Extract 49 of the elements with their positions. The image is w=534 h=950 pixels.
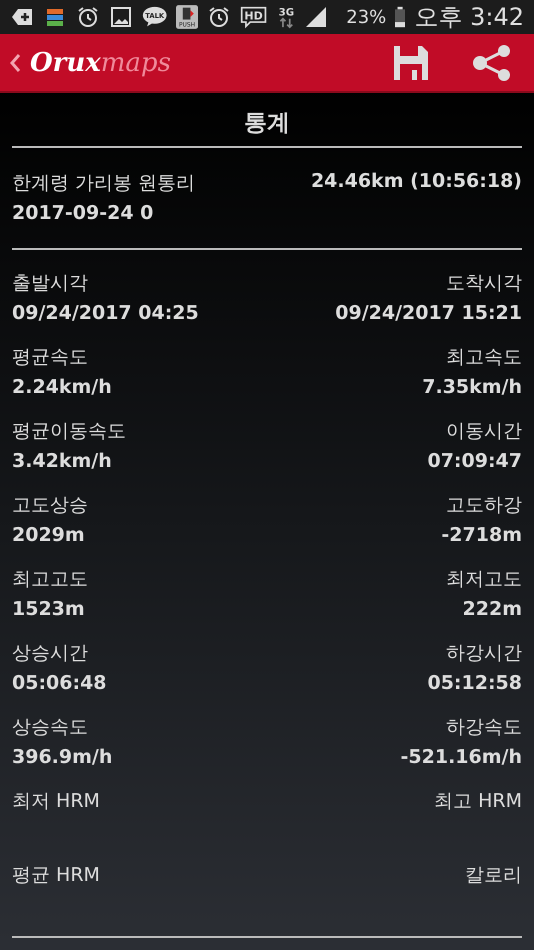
stat-value: 05:12:58 bbox=[427, 672, 522, 696]
stat-label: 최저고도 bbox=[446, 567, 522, 592]
stat-value: 05:06:48 bbox=[12, 672, 107, 696]
share-button[interactable] bbox=[472, 44, 512, 82]
stat-label: 상승시간 bbox=[12, 641, 89, 666]
stat-label: 하강시간 bbox=[446, 641, 522, 666]
hd-icon: HD bbox=[240, 4, 268, 30]
stat-value: 2.24km/h bbox=[12, 376, 112, 400]
stat-value: 3.42km/h bbox=[12, 450, 113, 474]
track-date: 2017-09-24 0 bbox=[12, 202, 154, 226]
battery-icon bbox=[395, 5, 406, 29]
save-button[interactable] bbox=[392, 44, 430, 82]
alarm-clock-icon bbox=[207, 5, 232, 29]
stat-label: 평균이동속도 bbox=[12, 419, 126, 444]
stat-value: 222m bbox=[462, 598, 522, 622]
alarm-clock-icon bbox=[76, 5, 100, 29]
stat-label: 이동시간 bbox=[446, 419, 522, 444]
stat-label: 고도상승 bbox=[12, 493, 88, 518]
stat-value: 2029m bbox=[12, 524, 86, 548]
stat-value: 09/24/2017 15:21 bbox=[335, 302, 522, 326]
stat-label: 도착시각 bbox=[446, 271, 522, 296]
signal-icon bbox=[304, 5, 328, 29]
stat-label: 최저 HRM bbox=[12, 789, 100, 814]
clock: 오후 3:42 bbox=[414, 2, 524, 33]
stat-label: 평균속도 bbox=[12, 345, 89, 370]
image-icon bbox=[109, 5, 133, 29]
stat-value: -2718m bbox=[441, 524, 522, 548]
app-logo: Orux bbox=[30, 48, 101, 78]
stat-label: 칼로리 bbox=[465, 863, 522, 888]
stat-label: 평균 HRM bbox=[12, 863, 100, 888]
stat-label: 최고고도 bbox=[12, 567, 88, 592]
stat-value: -521.16m/h bbox=[400, 746, 522, 770]
stat-value: 396.9m/h bbox=[12, 746, 112, 770]
stat-label: 최고 HRM bbox=[434, 789, 522, 814]
stat-value: 07:09:47 bbox=[427, 450, 522, 474]
app-logo-suffix: maps bbox=[100, 48, 171, 78]
stat-label: 최고속도 bbox=[446, 345, 522, 370]
screen-title: 통계 bbox=[243, 109, 291, 138]
stat-value: 1523m bbox=[12, 598, 86, 622]
stat-label: 하강속도 bbox=[446, 715, 522, 740]
stat-label: 상승속도 bbox=[12, 715, 89, 740]
track-summary: 24.46km (10:56:18) bbox=[310, 170, 522, 194]
battery-percentage: 23% bbox=[346, 6, 386, 28]
stat-value: 7.35km/h bbox=[422, 376, 522, 400]
track-name: 한계령 가리봉 원통리 bbox=[12, 171, 196, 196]
stat-label: 출발시각 bbox=[12, 271, 89, 296]
stat-label: 고도하강 bbox=[446, 493, 522, 518]
stat-value: 09/24/2017 04:25 bbox=[12, 302, 199, 326]
back-button[interactable] bbox=[8, 52, 22, 74]
